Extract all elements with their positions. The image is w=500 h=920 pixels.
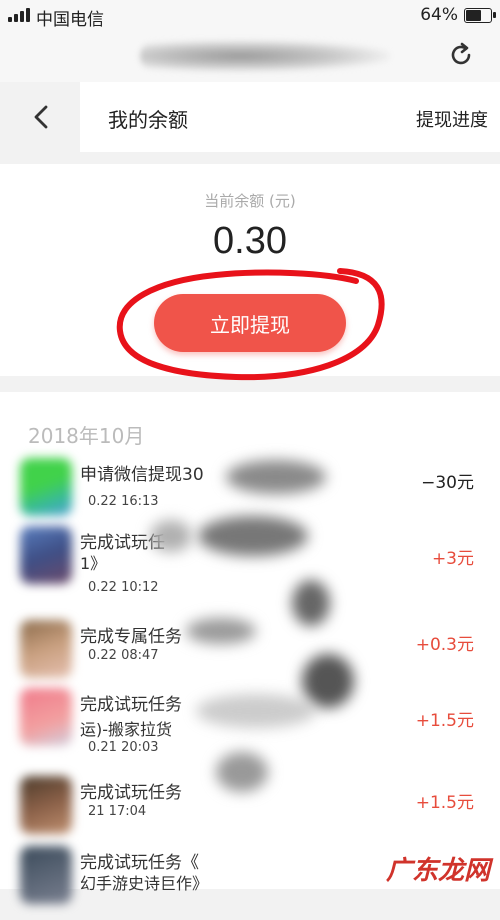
item-subtitle: 幻手游史诗巨作》 [80,874,209,893]
avatar [20,688,72,746]
page-title: 我的余额 [108,108,188,132]
item-amount: +1.5元 [415,711,474,731]
item-title: 申请微信提现30 [80,465,204,485]
redaction-smudge [150,520,192,552]
withdraw-progress-link[interactable]: 提现进度 [416,106,488,132]
item-time: 21 17:04 [88,804,147,819]
back-button[interactable] [0,82,80,152]
item-title: 完成专属任务 [80,627,182,647]
balance-card: 当前余额 (元) 0.30 立即提现 [0,164,500,376]
redaction-smudge [196,694,316,728]
redaction-smudge [226,460,326,494]
item-title: 完成试玩任务 [80,783,182,803]
item-subtitle: 1》 [80,554,107,573]
blurred-url [140,40,390,72]
avatar [20,776,72,834]
nav-bar: 我的余额 提现进度 [0,82,500,152]
item-time: 0.22 10:12 [88,580,159,595]
item-subtitle: 运)-搬家拉货 [80,720,173,739]
balance-value: 0.30 [213,220,287,262]
item-time: 0.22 08:47 [88,648,159,663]
avatar [20,526,72,584]
status-bar: 中国电信 64% [0,0,500,30]
withdraw-button[interactable]: 立即提现 [154,294,346,352]
item-title: 完成试玩任务 [80,695,182,715]
signal-icon [8,8,30,22]
chevron-left-icon [34,105,48,129]
watermark: 广东龙网 [385,856,490,886]
transaction-list: 2018年10月 申请微信提现30 0.22 16:13 −30元 完成试玩任 … [0,392,500,904]
avatar [20,846,72,904]
item-time: 0.22 16:13 [88,494,159,509]
item-amount: +0.3元 [415,635,474,655]
balance-label: 当前余额 (元) [204,192,296,210]
redaction-smudge [216,752,268,792]
item-amount: −30元 [421,473,474,493]
item-time: 0.21 20:03 [88,740,159,755]
item-amount: +1.5元 [415,793,474,813]
refresh-icon[interactable] [446,38,476,72]
item-amount: +3元 [431,549,474,569]
avatar [20,458,72,516]
avatar [20,620,72,678]
redaction-smudge [198,516,308,556]
redaction-smudge [186,618,256,644]
redaction-smudge [302,654,354,708]
battery-icon [464,8,496,23]
month-header: 2018年10月 [28,424,145,448]
battery-percent: 64% [420,5,458,25]
browser-bar [0,30,500,82]
redaction-smudge [292,580,330,626]
carrier-name: 中国电信 [36,10,104,30]
